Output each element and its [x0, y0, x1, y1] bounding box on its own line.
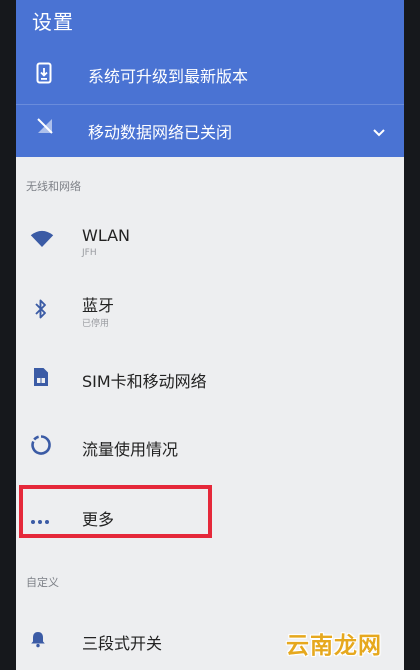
sim-title: SIM卡和移动网络 — [82, 372, 207, 391]
settings-item-sim[interactable]: SIM卡和移动网络 — [16, 344, 404, 410]
wlan-subtitle: JFH — [82, 248, 97, 258]
mobile-data-notice[interactable]: 移动数据网络已关闭 — [16, 104, 404, 157]
title-bar: 设置 — [16, 0, 404, 44]
bluetooth-title: 蓝牙 — [82, 296, 115, 315]
wlan-title: WLAN — [82, 226, 131, 245]
settings-item-data-usage[interactable]: 流量使用情况 — [16, 410, 404, 482]
data-usage-icon — [30, 434, 52, 460]
phone-download-icon — [36, 62, 52, 88]
sim-card-icon — [33, 367, 49, 391]
data-usage-title: 流量使用情况 — [82, 440, 179, 459]
page-title: 设置 — [32, 10, 74, 34]
system-update-notice[interactable]: 系统可升级到最新版本 — [16, 44, 404, 104]
watermark-text: 云南龙网 — [286, 633, 382, 659]
system-update-label: 系统可升级到最新版本 — [88, 67, 249, 86]
section-header-custom: 自定义 — [26, 576, 59, 589]
settings-item-wlan[interactable]: WLAN JFH — [16, 212, 404, 278]
bluetooth-icon — [34, 298, 48, 324]
wifi-icon — [30, 230, 54, 252]
highlight-frame — [19, 485, 212, 538]
bluetooth-subtitle: 已停用 — [82, 319, 110, 329]
settings-screen: 设置 系统可升级到最新版本 移动数据网络已关闭 无线和网络 WLAN JFH 蓝… — [16, 0, 404, 670]
section-header-wireless: 无线和网络 — [26, 180, 81, 193]
chevron-down-icon[interactable] — [372, 123, 386, 142]
signal-off-icon — [36, 117, 54, 139]
settings-item-bluetooth[interactable]: 蓝牙 已停用 — [16, 278, 404, 344]
mobile-data-label: 移动数据网络已关闭 — [88, 123, 233, 142]
bell-icon — [30, 630, 46, 652]
three-stage-switch-title: 三段式开关 — [82, 634, 163, 653]
